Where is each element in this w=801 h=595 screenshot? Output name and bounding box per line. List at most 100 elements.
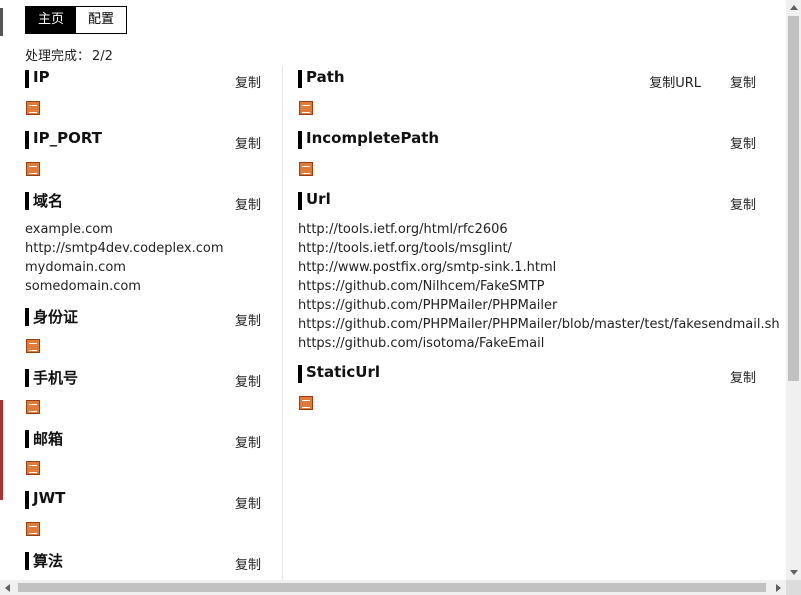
section-header: 邮箱 复制 [25,426,261,452]
section-marker [298,365,302,383]
scroll-left-icon[interactable] [5,584,10,592]
section-marker [25,192,29,210]
section-header: Url 复制 [298,188,756,214]
copy-button[interactable]: 复制 [235,133,261,152]
result-section: 域名 复制 example.com http://smtp4dev.codeplex.… [25,188,261,296]
section-marker [298,192,302,210]
section-marker [25,369,29,387]
list-item: somedomain.com [25,279,141,294]
empty-result-icon [299,162,313,176]
copy-button[interactable]: 复制 [730,133,756,152]
list-item: https://github.com/Nilhcem/FakeSMTP [298,279,545,294]
copy-button[interactable]: 复制 [235,194,261,213]
empty-result-icon [299,101,313,115]
section-marker [298,70,302,88]
list-item: mydomain.com [25,260,126,275]
section-header: StaticUrl 复制 [298,361,756,387]
result-section: IP_PORT 复制 [25,127,261,176]
result-section: 邮箱 复制 [25,426,261,475]
section-header: 手机号 复制 [25,365,261,391]
empty-result-icon [26,162,40,176]
result-list: http://tools.ietf.org/html/rfc2606 http:/… [298,220,780,353]
horizontal-scroll-thumb[interactable] [18,583,766,592]
result-section: StaticUrl 复制 [298,361,756,410]
copy-button[interactable]: 复制 [235,432,261,451]
status-label: 处理完成： [25,49,91,64]
list-item: http://smtp4dev.codeplex.com [25,241,224,256]
section-marker [25,491,29,509]
section-title: JWT [33,489,66,507]
scrollbar-corner [786,580,801,595]
column-divider [282,66,283,582]
section-header: 算法 复制 [25,548,261,574]
section-header: IP_PORT 复制 [25,127,261,153]
section-title: 身份证 [33,308,79,326]
section-marker [298,131,302,149]
list-item: example.com [25,222,113,237]
section-title: Path [306,68,345,86]
section-title: 域名 [33,192,64,210]
empty-result-icon [26,400,40,414]
section-header: IP 复制 [25,66,261,92]
list-item: https://github.com/PHPMailer/PHPMailer/b… [298,317,780,332]
section-title: IP [33,68,50,86]
right-column: Path 复制URL 复制 IncompletePath 复制 Url 复制 http://t… [298,66,780,422]
result-section: JWT 复制 [25,487,261,536]
status-count: 2/2 [92,49,113,64]
vertical-scrollbar[interactable] [786,0,801,580]
list-item: http://tools.ietf.org/tools/msglint/ [298,241,512,256]
copy-button[interactable]: 复制 [235,310,261,329]
section-header: JWT 复制 [25,487,261,513]
empty-result-icon [26,339,40,353]
copy-button[interactable]: 复制 [235,554,261,573]
result-section: Url 复制 http://tools.ietf.org/html/rfc2606 h… [298,188,780,353]
status-text: 处理完成： 2/2 [25,45,113,64]
list-item: https://github.com/isotoma/FakeEmail [298,336,545,351]
section-header: IncompletePath 复制 [298,127,756,153]
copy-button[interactable]: 复制 [730,194,756,213]
scroll-down-icon[interactable] [790,570,798,575]
section-title: 手机号 [33,369,79,387]
scroll-right-icon[interactable] [776,584,781,592]
section-marker [25,430,29,448]
empty-result-icon [26,461,40,475]
section-marker [25,131,29,149]
section-title: 算法 [33,552,64,570]
tab-bar: 主页 配置 [25,6,128,34]
result-section: 算法 复制 [25,548,261,574]
copy-button[interactable]: 复制 [235,371,261,390]
section-marker [25,552,29,570]
list-item: https://github.com/PHPMailer/PHPMailer [298,298,558,313]
copy-button[interactable]: 复制 [730,367,756,386]
left-column: IP 复制 IP_PORT 复制 域名 复制 example.com http://smtp4… [25,66,261,574]
vertical-scroll-thumb[interactable] [788,16,799,381]
result-section: IP 复制 [25,66,261,115]
tab-home[interactable]: 主页 [26,7,77,33]
result-section: 手机号 复制 [25,365,261,414]
section-title: 邮箱 [33,430,64,448]
result-section: 身份证 复制 [25,304,261,353]
section-title: StaticUrl [306,363,381,381]
section-marker [25,70,29,88]
section-header: Path 复制URL 复制 [298,66,756,92]
section-header: 域名 复制 [25,188,261,214]
copy-button[interactable]: 复制 [730,72,756,91]
tab-config[interactable]: 配置 [76,7,127,33]
copy-button[interactable]: 复制 [235,72,261,91]
section-title: IncompletePath [306,129,440,147]
empty-result-icon [26,101,40,115]
scroll-up-icon[interactable] [790,5,798,10]
empty-result-icon [26,522,40,536]
horizontal-scrollbar[interactable] [0,580,786,595]
copy-url-button[interactable]: 复制URL [649,72,701,91]
section-title: Url [306,190,331,208]
list-item: http://tools.ietf.org/html/rfc2606 [298,222,508,237]
empty-result-icon [299,396,313,410]
section-title: IP_PORT [33,129,102,147]
background-edge [0,400,3,500]
background-edge [0,8,3,36]
result-list: example.com http://smtp4dev.codeplex.com m… [25,220,261,296]
section-header: 身份证 复制 [25,304,261,330]
section-marker [25,308,29,326]
copy-button[interactable]: 复制 [235,493,261,512]
